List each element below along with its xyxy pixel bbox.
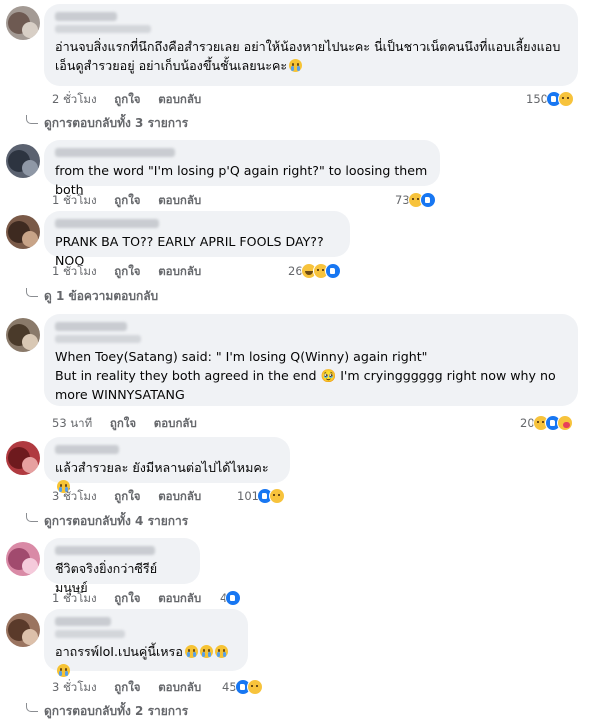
commenter-name[interactable] — [55, 322, 127, 331]
like-link[interactable]: ถูกใจ — [114, 591, 140, 605]
comment-time[interactable]: 3 ชั่วโมง — [52, 489, 97, 503]
comment-text: อาถรรพ์loI.เปนคู่นี้เหรอ — [55, 642, 237, 680]
like-link[interactable]: ถูกใจ — [114, 193, 140, 207]
comment-actions: 1 ชั่วโมง ถูกใจ ตอบกลับ — [52, 590, 215, 606]
comment-actions: 3 ชั่วโมง ถูกใจ ตอบกลับ — [52, 679, 215, 695]
comment-actions: 1 ชั่วโมง ถูกใจ ตอบกลับ — [52, 263, 215, 279]
comment-bubble: When Toey(Satang) said: " I'm losing Q(W… — [44, 314, 578, 406]
view-replies-link[interactable]: ดูการตอบกลับทั้ง 3 รายการ — [26, 114, 188, 132]
comment-text: อ่านจบสิ่งแรกที่นึกถึงคือสำรวยเลย อย่าให… — [55, 39, 561, 73]
like-reaction-icon — [419, 192, 436, 208]
reaction-summary[interactable]: 26 — [288, 262, 341, 280]
comment-actions: 1 ชั่วโมง ถูกใจ ตอบกลับ — [52, 192, 215, 208]
comment-bubble: from the word "I'm losing p'Q again righ… — [44, 140, 440, 197]
commenter-name[interactable] — [55, 445, 119, 454]
avatar[interactable] — [6, 215, 40, 249]
reaction-summary[interactable]: 45 — [222, 678, 263, 696]
reply-arrow-icon — [26, 703, 38, 712]
comment-time[interactable]: 1 ชั่วโมง — [52, 591, 97, 605]
crying-emoji — [199, 645, 213, 658]
reply-arrow-icon — [26, 115, 38, 124]
like-link[interactable]: ถูกใจ — [110, 416, 136, 430]
commenter-name[interactable] — [55, 12, 117, 21]
reply-link[interactable]: ตอบกลับ — [154, 416, 197, 430]
avatar[interactable] — [6, 144, 40, 178]
reaction-summary[interactable]: 73 — [395, 191, 436, 209]
view-replies-link[interactable]: ดูการตอบกลับทั้ง 2 รายการ — [26, 702, 188, 720]
comment-bubble: แล้วสำรวยละ ยังมีหลานต่อไปได้ไหมคะ — [44, 437, 290, 493]
commenter-name[interactable] — [55, 148, 175, 157]
like-reaction-icon — [324, 263, 341, 279]
reply-link[interactable]: ตอบกลับ — [158, 193, 201, 207]
like-link[interactable]: ถูกใจ — [114, 264, 140, 278]
comment-time[interactable]: 1 ชั่วโมง — [52, 193, 97, 207]
crying-emoji — [57, 664, 70, 677]
comment-bubble: ชีวิตจริงยิ่งกว่าซีรีย์ มนุษย์ — [44, 538, 200, 595]
reaction-count: 150 — [526, 92, 548, 106]
reply-arrow-icon — [26, 288, 38, 297]
reply-link[interactable]: ตอบกลับ — [158, 680, 201, 694]
view-replies-link[interactable]: ดูการตอบกลับทั้ง 4 รายการ — [26, 512, 188, 530]
view-replies-link[interactable]: ดู 1 ข้อความตอบกลับ — [26, 287, 158, 305]
reaction-summary[interactable]: 150 — [526, 90, 574, 108]
like-link[interactable]: ถูกใจ — [114, 680, 140, 694]
comment-actions: 53 นาที ถูกใจ ตอบกลับ — [52, 415, 211, 431]
comment-time[interactable]: 2 ชั่วโมง — [52, 92, 97, 106]
crying-emoji — [289, 59, 303, 72]
reply-link[interactable]: ตอบกลับ — [158, 489, 201, 503]
sad-reaction-icon — [557, 91, 574, 107]
comment-time[interactable]: 1 ชั่วโมง — [52, 264, 97, 278]
reply-arrow-icon — [26, 513, 38, 522]
crying-emoji — [214, 645, 228, 658]
reply-link[interactable]: ตอบกลับ — [158, 591, 201, 605]
reaction-summary[interactable]: 101 — [237, 487, 285, 505]
comment-bubble: อ่านจบสิ่งแรกที่นึกถึงคือสำรวยเลย อย่าให… — [44, 4, 578, 86]
reply-link[interactable]: ตอบกลับ — [158, 264, 201, 278]
like-link[interactable]: ถูกใจ — [114, 489, 140, 503]
avatar[interactable] — [6, 6, 40, 40]
reaction-count: 101 — [237, 489, 259, 503]
crying-emoji — [184, 645, 198, 658]
avatar[interactable] — [6, 318, 40, 352]
care-reaction-icon — [556, 415, 573, 431]
avatar[interactable] — [6, 441, 40, 475]
comment-time[interactable]: 3 ชั่วโมง — [52, 680, 97, 694]
reaction-summary[interactable]: 20 — [520, 414, 573, 432]
avatar[interactable] — [6, 613, 40, 647]
comment-bubble: อาถรรพ์loI.เปนคู่นี้เหรอ — [44, 609, 248, 677]
sad-reaction-icon — [246, 679, 263, 695]
comment-actions: 2 ชั่วโมง ถูกใจ ตอบกลับ — [52, 91, 215, 107]
like-link[interactable]: ถูกใจ — [114, 92, 140, 106]
sad-reaction-icon — [268, 488, 285, 504]
avatar[interactable] — [6, 542, 40, 576]
comment-time[interactable]: 53 นาที — [52, 416, 92, 430]
comment-actions: 3 ชั่วโมง ถูกใจ ตอบกลับ — [52, 488, 215, 504]
commenter-name[interactable] — [55, 546, 155, 555]
like-reaction-icon — [225, 590, 242, 606]
reply-link[interactable]: ตอบกลับ — [158, 92, 201, 106]
commenter-name[interactable] — [55, 617, 111, 626]
comment-text: When Toey(Satang) said: " I'm losing Q(W… — [55, 349, 556, 402]
comment-bubble: PRANK BA TO?? EARLY APRIL FOOLS DAY?? NO… — [44, 211, 350, 268]
commenter-name[interactable] — [55, 219, 159, 228]
reaction-summary[interactable]: 4 — [220, 589, 242, 607]
